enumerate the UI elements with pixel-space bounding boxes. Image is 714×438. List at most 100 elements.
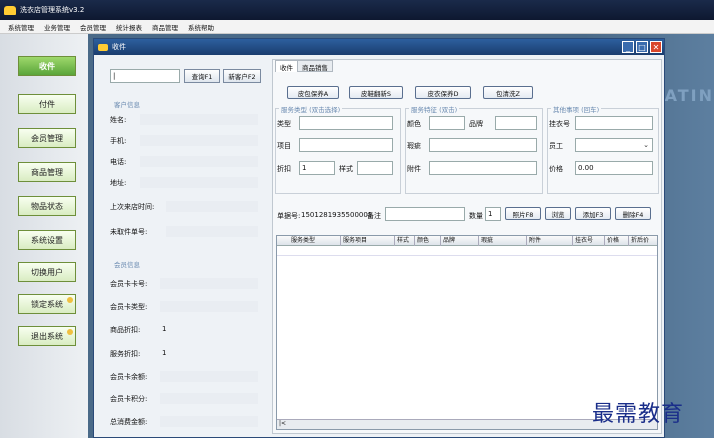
nav-receive-button[interactable]: 收件 — [18, 56, 76, 76]
label-quantity: 数量 — [469, 212, 483, 220]
discount-input[interactable]: 1 — [299, 161, 335, 175]
col-service-item[interactable]: 服务项目 — [341, 236, 395, 246]
style-input[interactable] — [357, 161, 393, 175]
exit-icon — [67, 329, 73, 335]
label-total-spend: 总消费金额: — [110, 418, 148, 426]
nav-switch-user-label: 切换用户 — [31, 267, 63, 277]
type-input[interactable] — [299, 116, 393, 130]
menu-help[interactable]: 系统帮助 — [188, 22, 214, 32]
label-hanger-number: 挂衣号 — [549, 120, 570, 128]
name-value — [140, 114, 258, 125]
scroll-left-icon[interactable]: |< — [279, 420, 286, 427]
col-attachment[interactable]: 附件 — [527, 236, 573, 246]
add-button[interactable]: 添加F3 — [575, 207, 611, 220]
label-order-number: 单据号: — [277, 212, 301, 220]
bag-wash-button[interactable]: 包清洗Z — [483, 86, 533, 99]
minimize-icon[interactable]: _ — [622, 41, 634, 53]
nav-lock-label: 锁定系统 — [31, 299, 63, 309]
nav-member-label: 会员管理 — [31, 133, 63, 143]
price-input[interactable]: 0.00 — [575, 161, 653, 175]
menu-business[interactable]: 业务管理 — [44, 22, 70, 32]
card-points-value — [160, 393, 258, 404]
leather-shoe-renew-button[interactable]: 皮鞋翻新S — [349, 86, 403, 99]
browse-button[interactable]: 浏览 — [545, 207, 571, 220]
receive-window: 收件 _ □ ✕ | 查询F1 新客户F2 客户信息 姓名: 手机: 电话: 地… — [93, 38, 665, 438]
label-card-balance: 会员卡余额: — [110, 373, 148, 381]
col-color[interactable]: 颜色 — [415, 236, 441, 246]
menu-member[interactable]: 会员管理 — [80, 22, 106, 32]
label-item: 项目 — [277, 142, 291, 150]
label-card-type: 会员卡类型: — [110, 303, 148, 311]
chevron-down-icon[interactable]: ⌄ — [641, 139, 651, 151]
mobile-value — [140, 135, 258, 146]
nav-goods-button[interactable]: 商品管理 — [18, 162, 76, 182]
nav-lock-button[interactable]: 锁定系统 — [18, 294, 76, 314]
hanger-number-input[interactable] — [575, 116, 653, 130]
pending-orders-value — [166, 226, 258, 237]
service-discount-value: 1 — [162, 349, 167, 357]
leather-coat-care-button[interactable]: 皮衣保养D — [415, 86, 471, 99]
quantity-input[interactable]: 1 — [485, 207, 501, 221]
left-nav-panel: 收件 付件 会员管理 商品管理 物品状态 系统设置 切换用户 锁定系统 退出系统 — [0, 34, 88, 438]
nav-settings-label: 系统设置 — [31, 235, 63, 245]
label-defect: 瑕疵 — [407, 142, 421, 150]
label-type: 类型 — [277, 120, 291, 128]
nav-item-status-label: 物品状态 — [31, 201, 63, 211]
label-card-points: 会员卡积分: — [110, 395, 148, 403]
label-color: 颜色 — [407, 120, 421, 128]
nav-settings-button[interactable]: 系统设置 — [18, 230, 76, 250]
close-icon[interactable]: ✕ — [650, 41, 662, 53]
col-service-type[interactable]: 服务类型 — [289, 236, 341, 246]
app-title: 洗衣店管理系统v3.2 — [20, 6, 85, 14]
label-card-number: 会员卡卡号: — [110, 280, 148, 288]
label-remark: 备注 — [367, 212, 381, 220]
brand-input[interactable] — [495, 116, 537, 130]
col-style[interactable]: 样式 — [395, 236, 415, 246]
order-number-value: 1501281935500001 — [301, 211, 373, 219]
label-address: 地址: — [110, 179, 127, 187]
window-title-bar: 收件 _ □ ✕ — [94, 39, 664, 55]
col-defect[interactable]: 瑕疵 — [479, 236, 527, 246]
defect-input[interactable] — [429, 138, 537, 152]
col-hanger-number[interactable]: 挂衣号 — [573, 236, 605, 246]
maximize-icon[interactable]: □ — [636, 41, 648, 53]
address-value — [140, 177, 258, 188]
remark-input[interactable] — [385, 207, 465, 221]
col-price[interactable]: 价格 — [605, 236, 629, 246]
label-name: 姓名: — [110, 116, 127, 124]
tab-receive[interactable]: 收件 — [275, 60, 298, 72]
label-discount: 折扣 — [277, 165, 291, 173]
nav-exit-label: 退出系统 — [31, 331, 63, 341]
label-attachment: 附件 — [407, 165, 421, 173]
watermark-logo: 最需教育 — [592, 402, 685, 427]
query-button[interactable]: 查询F1 — [184, 69, 220, 83]
item-input[interactable] — [299, 138, 393, 152]
window-logo-icon — [98, 43, 108, 51]
delete-button[interactable]: 删除F4 — [615, 207, 651, 220]
menu-system[interactable]: 系统管理 — [8, 22, 34, 32]
photo-button[interactable]: 照片F8 — [505, 207, 541, 220]
label-last-visit: 上次来店时间: — [110, 203, 155, 211]
col-brand[interactable]: 品牌 — [441, 236, 479, 246]
employee-select[interactable]: ⌄ — [575, 138, 653, 152]
nav-switch-user-button[interactable]: 切换用户 — [18, 262, 76, 282]
nav-exit-button[interactable]: 退出系统 — [18, 326, 76, 346]
col-final-price[interactable]: 折后价 — [629, 236, 657, 246]
menu-reports[interactable]: 统计报表 — [116, 22, 142, 32]
nav-item-status-button[interactable]: 物品状态 — [18, 196, 76, 216]
leather-bag-care-button[interactable]: 皮包保养A — [287, 86, 339, 99]
nav-receive-label: 收件 — [39, 61, 55, 71]
tab-goods-sales[interactable]: 商品销售 — [297, 60, 333, 72]
label-style: 样式 — [339, 165, 353, 173]
nav-member-button[interactable]: 会员管理 — [18, 128, 76, 148]
attachment-input[interactable] — [429, 161, 537, 175]
menu-goods[interactable]: 商品管理 — [152, 22, 178, 32]
color-input[interactable] — [429, 116, 465, 130]
last-visit-value — [166, 201, 258, 212]
nav-deliver-button[interactable]: 付件 — [18, 94, 76, 114]
customer-search-input[interactable]: | — [110, 69, 180, 83]
new-customer-button[interactable]: 新客户F2 — [223, 69, 261, 83]
table-row[interactable] — [277, 246, 657, 256]
customer-panel: | 查询F1 新客户F2 客户信息 姓名: 手机: 电话: 地址: 上次来店时间… — [104, 59, 266, 434]
goods-discount-value: 1 — [162, 325, 167, 333]
